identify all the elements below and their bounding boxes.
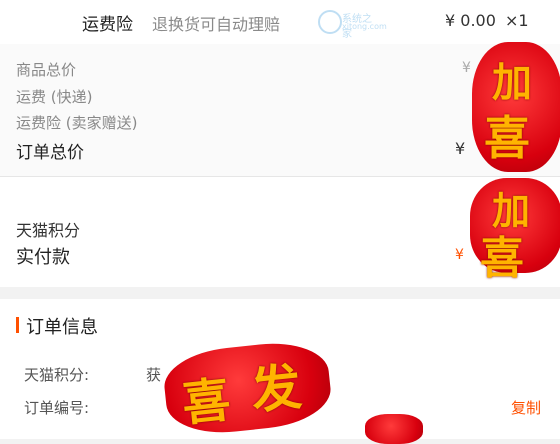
- shipping-insurance-label: 运费险: [82, 15, 133, 35]
- shipping-insurance-fee-label: 运费险 (卖家赠送): [16, 114, 138, 132]
- sticker-bottom-right: [365, 414, 423, 444]
- order-number-label: 订单编号:: [24, 399, 90, 417]
- sticker-bottom-char-2: 发: [248, 357, 305, 421]
- sticker-bottom-char-1: 喜: [179, 372, 234, 433]
- shipping-insurance-row: 运费险 退换货可自动理赔 系统之家 xitong.com ¥ 0.00 ×1: [0, 0, 560, 44]
- actual-payment-currency: ¥: [455, 247, 464, 263]
- shipping-insurance-price: ¥ 0.00: [445, 11, 496, 30]
- shipping-fee-label: 运费 (快递): [16, 88, 93, 106]
- shipping-insurance-quantity: ×1: [505, 11, 529, 30]
- watermark-subtext: xitong.com: [342, 22, 387, 31]
- shipping-insurance-description: 退换货可自动理赔: [152, 15, 281, 34]
- order-total-currency: ¥: [455, 139, 466, 158]
- sticker-top-char-2: 喜: [484, 111, 530, 165]
- goods-total-currency: ¥: [462, 60, 471, 76]
- tmall-points-label: 天猫积分: [16, 221, 81, 240]
- watermark-icon: [318, 10, 342, 34]
- sticker-mid-char-2: 喜: [480, 233, 524, 284]
- section-title-bar: [16, 317, 19, 333]
- sticker-middle: 加 喜: [470, 178, 560, 284]
- sticker-top-char-1: 加: [492, 60, 532, 106]
- watermark-logo: 系统之家 xitong.com: [318, 8, 387, 40]
- order-total-label: 订单总价: [16, 143, 84, 163]
- order-tmall-points-label: 天猫积分:: [24, 366, 90, 384]
- copy-order-number-button[interactable]: 复制: [511, 397, 541, 418]
- actual-payment-label: 实付款: [16, 247, 70, 268]
- goods-total-label: 商品总价: [16, 61, 77, 79]
- order-info-title: 订单信息: [26, 317, 98, 338]
- order-tmall-points-value: 获: [146, 366, 162, 384]
- sticker-top: 加 喜: [472, 42, 560, 172]
